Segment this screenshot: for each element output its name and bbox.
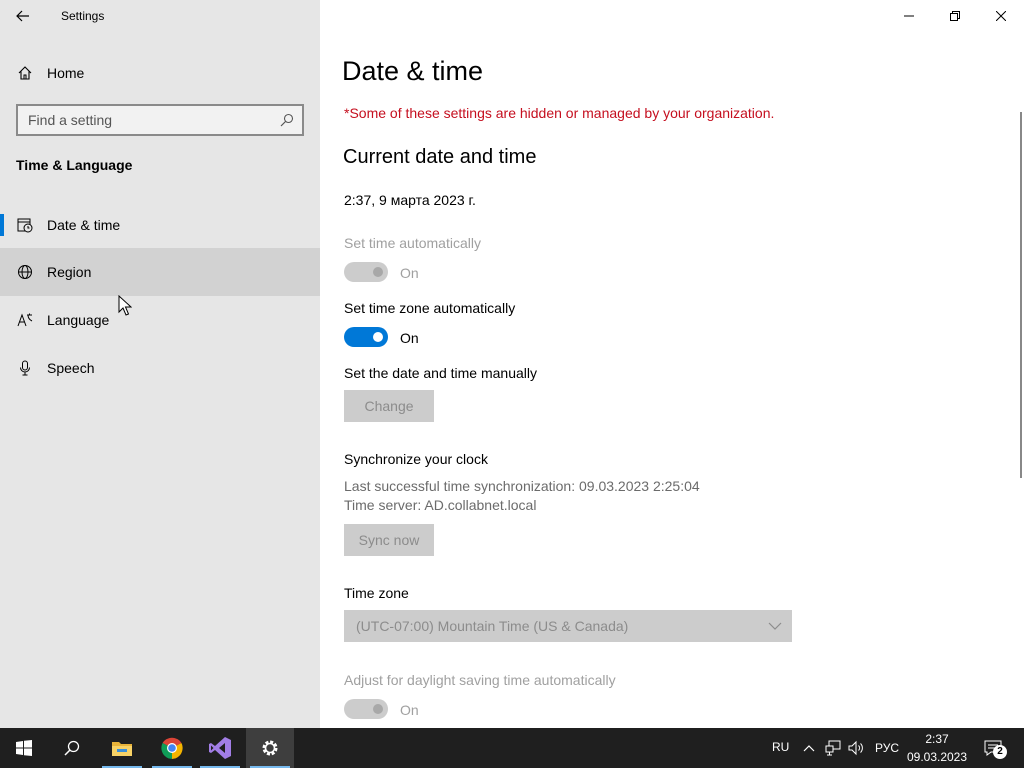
time-zone-value: (UTC-07:00) Mountain Time (US & Canada) bbox=[356, 618, 629, 634]
current-date-time-heading: Current date and time bbox=[343, 146, 537, 168]
calendar-clock-icon bbox=[16, 216, 34, 234]
visual-studio-button[interactable] bbox=[196, 728, 244, 768]
page-title: Date & time bbox=[342, 56, 484, 86]
minimize-icon bbox=[904, 15, 914, 17]
sidebar-item-label: Language bbox=[47, 312, 110, 328]
set-time-auto-label: Set time automatically bbox=[344, 235, 481, 251]
settings-taskbar-button[interactable] bbox=[246, 728, 294, 768]
app-title: Settings bbox=[61, 9, 105, 23]
search-icon bbox=[64, 740, 80, 756]
clock-time: 2:37 bbox=[925, 732, 949, 746]
time-zone-label: Time zone bbox=[344, 585, 409, 601]
set-timezone-auto-state: On bbox=[400, 330, 419, 346]
chrome-button[interactable] bbox=[148, 728, 196, 768]
start-button[interactable] bbox=[0, 728, 48, 768]
language-icon bbox=[16, 311, 34, 329]
globe-icon bbox=[16, 263, 34, 281]
mouse-cursor-icon bbox=[118, 295, 132, 316]
search-input[interactable] bbox=[18, 106, 268, 134]
chrome-icon bbox=[161, 737, 183, 759]
minimize-button[interactable] bbox=[886, 0, 932, 32]
home-icon bbox=[16, 64, 34, 82]
start-icon bbox=[16, 740, 32, 756]
sidebar-item-language[interactable]: Language bbox=[0, 296, 320, 344]
set-timezone-auto-toggle[interactable] bbox=[344, 327, 388, 347]
file-explorer-icon bbox=[112, 742, 132, 756]
sidebar-item-region[interactable]: Region bbox=[0, 248, 320, 296]
chevron-down-icon bbox=[768, 622, 782, 630]
home-label: Home bbox=[47, 65, 85, 81]
search-icon[interactable] bbox=[280, 113, 294, 127]
network-icon[interactable] bbox=[825, 740, 841, 756]
sidebar-item-speech[interactable]: Speech bbox=[0, 344, 320, 392]
last-sync-text: Last successful time synchronization: 09… bbox=[344, 478, 700, 494]
manual-date-time-label: Set the date and time manually bbox=[344, 365, 538, 381]
time-server-text: Time server: AD.collabnet.local bbox=[344, 497, 537, 513]
taskbar-clock[interactable]: 2:37 09.03.2023 bbox=[904, 730, 970, 766]
dst-label: Adjust for daylight saving time automati… bbox=[344, 672, 616, 688]
dst-state: On bbox=[400, 702, 419, 718]
title-bar: Settings bbox=[0, 0, 320, 32]
back-button[interactable] bbox=[0, 0, 46, 32]
restore-button[interactable] bbox=[932, 0, 978, 32]
sidebar-item-label: Region bbox=[47, 264, 92, 280]
home-nav-item[interactable]: Home bbox=[0, 57, 320, 89]
restore-icon bbox=[950, 11, 960, 21]
set-time-auto-toggle[interactable] bbox=[344, 262, 388, 282]
taskbar-search-button[interactable] bbox=[48, 728, 96, 768]
set-timezone-auto-label: Set time zone automatically bbox=[344, 300, 516, 316]
clock-date: 09.03.2023 bbox=[906, 750, 968, 764]
language-indicator[interactable]: RU bbox=[772, 740, 789, 754]
sidebar-item-label: Date & time bbox=[47, 217, 121, 233]
settings-icon bbox=[262, 740, 278, 756]
taskbar: RU РУС 2:37 09.03.2023 2 bbox=[0, 728, 1024, 768]
chevron-up-icon[interactable] bbox=[803, 743, 815, 753]
volume-icon[interactable] bbox=[848, 740, 864, 756]
back-arrow-icon bbox=[16, 10, 29, 22]
sidebar-item-label: Speech bbox=[47, 360, 95, 376]
org-warning-text: *Some of these settings are hidden or ma… bbox=[344, 105, 775, 121]
scrollbar[interactable] bbox=[1020, 112, 1022, 478]
sidebar: Settings Home Time & Language Date & tim… bbox=[0, 0, 320, 728]
file-explorer-button[interactable] bbox=[98, 728, 146, 768]
close-button[interactable] bbox=[978, 0, 1024, 32]
dst-toggle[interactable] bbox=[344, 699, 388, 719]
section-title: Time & Language bbox=[16, 157, 133, 173]
sync-clock-title: Synchronize your clock bbox=[344, 451, 488, 467]
sync-now-button[interactable]: Sync now bbox=[344, 524, 434, 556]
microphone-icon bbox=[16, 359, 34, 377]
main-content: Date & time *Some of these settings are … bbox=[320, 0, 1024, 728]
window-controls bbox=[886, 0, 1024, 32]
visual-studio-icon bbox=[209, 737, 231, 759]
sidebar-item-date-time[interactable]: Date & time bbox=[0, 201, 320, 249]
notification-count-badge: 2 bbox=[993, 745, 1007, 759]
current-date-time-value: 2:37, 9 марта 2023 г. bbox=[344, 192, 476, 208]
close-icon bbox=[996, 11, 1006, 21]
search-box[interactable] bbox=[16, 104, 304, 136]
set-time-auto-state: On bbox=[400, 265, 419, 281]
time-zone-dropdown[interactable]: (UTC-07:00) Mountain Time (US & Canada) bbox=[344, 610, 792, 642]
input-language-indicator[interactable]: РУС bbox=[875, 741, 899, 755]
change-button[interactable]: Change bbox=[344, 390, 434, 422]
